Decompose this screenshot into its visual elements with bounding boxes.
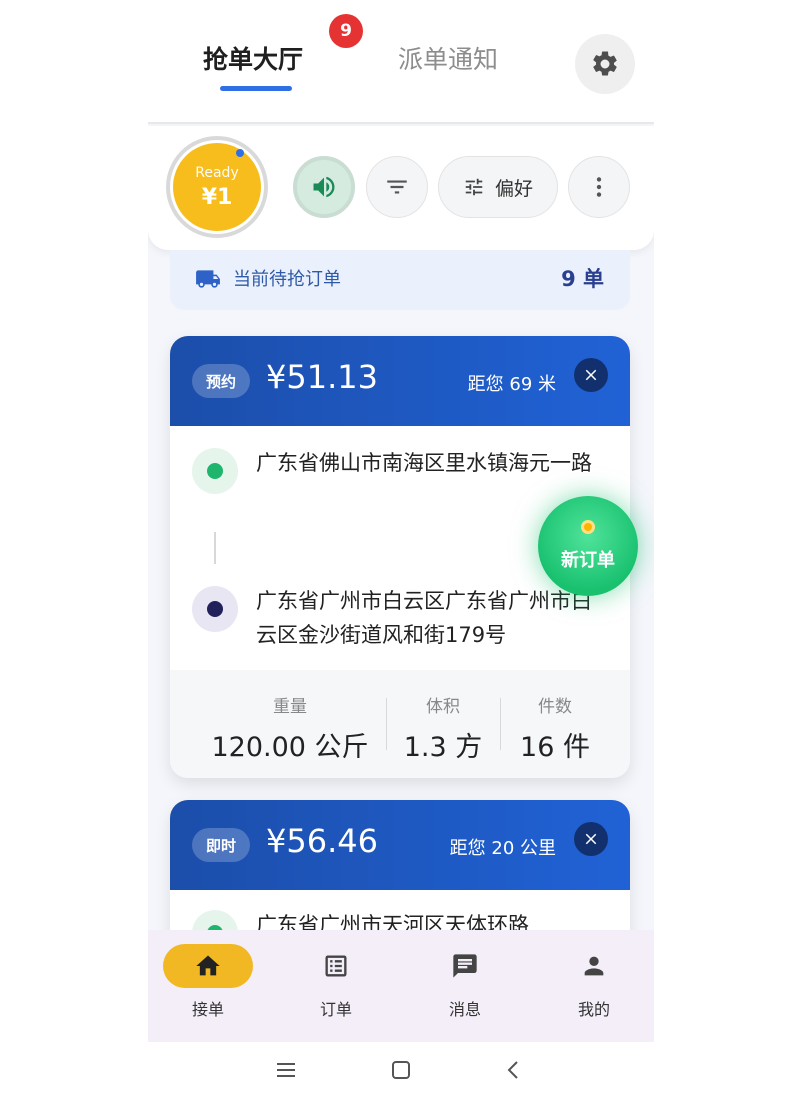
truck-icon bbox=[196, 270, 220, 288]
home-square-icon[interactable] bbox=[389, 1058, 413, 1082]
nav-item-accept[interactable]: 接单 bbox=[148, 944, 268, 1020]
filter-icon bbox=[387, 180, 407, 194]
control-toolbar: Ready ¥1 偏好 bbox=[148, 126, 654, 250]
stat-volume: 体积 1.3 方 bbox=[388, 692, 498, 764]
order-card-header: 预约 ¥51.13 距您 69 米 bbox=[170, 336, 630, 426]
nav-item-messages[interactable]: 消息 bbox=[405, 944, 525, 1020]
order-stats: 重量 120.00 公斤 体积 1.3 方 件数 16 件 bbox=[170, 670, 630, 778]
active-tab-underline bbox=[220, 86, 292, 91]
nav-label: 订单 bbox=[319, 1000, 352, 1019]
order-card-header: 即时 ¥56.46 距您 20 公里 bbox=[170, 800, 630, 890]
order-type-badge: 预约 bbox=[192, 364, 251, 398]
progress-dot bbox=[236, 149, 244, 157]
pending-orders-count: 9 单 bbox=[561, 267, 604, 291]
home-icon bbox=[196, 955, 220, 976]
nav-item-profile[interactable]: 我的 bbox=[534, 944, 654, 1020]
notification-badge: 9 bbox=[329, 14, 363, 48]
stat-volume-value: 1.3 方 bbox=[403, 732, 483, 763]
stat-weight-label: 重量 bbox=[273, 697, 307, 717]
close-icon bbox=[585, 369, 597, 381]
ready-status-button[interactable]: Ready ¥1 bbox=[166, 136, 268, 238]
phone-screen: 抢单大厅 9 派单通知 Ready ¥1 偏好 当前待抢订单 9 单 预约 ¥5… bbox=[148, 0, 654, 1098]
nav-icon-container bbox=[291, 944, 381, 988]
pickup-marker bbox=[192, 448, 238, 494]
nav-label: 我的 bbox=[577, 1000, 610, 1019]
more-options-button[interactable] bbox=[568, 156, 630, 218]
dropoff-address: 广东省广州市白云区广东省广州市白云区金沙街道风和街179号 bbox=[256, 589, 592, 647]
pickup-address: 广东省佛山市南海区里水镇海元一路 bbox=[256, 451, 592, 475]
nav-item-orders[interactable]: 订单 bbox=[276, 944, 396, 1020]
nav-label: 接单 bbox=[191, 1000, 224, 1019]
stat-volume-label: 体积 bbox=[426, 697, 460, 717]
pending-orders-strip: 当前待抢订单 9 单 bbox=[170, 250, 630, 310]
new-order-bubble[interactable]: 新订单 bbox=[538, 496, 638, 596]
filter-button[interactable] bbox=[366, 156, 428, 218]
stat-divider bbox=[386, 698, 387, 750]
recent-apps-icon[interactable] bbox=[274, 1058, 298, 1082]
tab-dispatch-notice[interactable]: 派单通知 bbox=[398, 40, 498, 76]
nav-label: 消息 bbox=[448, 1000, 481, 1019]
preference-button[interactable]: 偏好 bbox=[438, 156, 558, 218]
order-distance: 距您 20 公里 bbox=[449, 838, 556, 859]
close-icon bbox=[585, 833, 597, 845]
order-distance: 距您 69 米 bbox=[467, 374, 556, 395]
order-price: ¥51.13 bbox=[266, 358, 378, 396]
nav-icon-container bbox=[163, 944, 253, 988]
stat-pieces: 件数 16 件 bbox=[500, 692, 610, 764]
nav-icon-container bbox=[549, 944, 639, 988]
stat-weight-value: 120.00 公斤 bbox=[211, 732, 369, 763]
ready-status-text: Ready bbox=[195, 164, 239, 181]
dismiss-order-button[interactable] bbox=[574, 358, 608, 392]
nav-icon-container bbox=[420, 944, 510, 988]
speaker-icon bbox=[313, 176, 335, 198]
route-connector bbox=[214, 532, 216, 564]
list-icon bbox=[325, 955, 347, 977]
ready-status-core: Ready ¥1 bbox=[173, 143, 261, 231]
tab-grab-hall[interactable]: 抢单大厅 bbox=[203, 40, 303, 76]
dropoff-dot bbox=[207, 601, 223, 617]
gear-icon bbox=[593, 51, 617, 76]
person-icon bbox=[584, 956, 604, 976]
order-type-badge: 即时 bbox=[192, 828, 251, 862]
stat-weight: 重量 120.00 公斤 bbox=[200, 692, 380, 764]
bottom-navigation: 接单 订单 消息 我的 bbox=[148, 930, 654, 1042]
dismiss-order-button[interactable] bbox=[574, 822, 608, 856]
sound-toggle-button[interactable] bbox=[293, 156, 355, 218]
back-arrow-icon[interactable] bbox=[502, 1058, 526, 1082]
dropoff-marker bbox=[192, 586, 238, 632]
pending-orders-label: 当前待抢订单 bbox=[233, 269, 341, 290]
more-vertical-icon bbox=[596, 177, 602, 197]
stat-pieces-label: 件数 bbox=[538, 697, 572, 717]
new-order-label: 新订单 bbox=[561, 550, 615, 571]
top-header: 抢单大厅 9 派单通知 bbox=[148, 0, 654, 124]
system-navigation-bar bbox=[148, 1042, 654, 1098]
order-price: ¥56.46 bbox=[266, 822, 378, 860]
sliders-icon bbox=[465, 178, 483, 196]
pickup-dot bbox=[207, 463, 223, 479]
stat-pieces-value: 16 件 bbox=[520, 732, 590, 763]
settings-button[interactable] bbox=[575, 34, 635, 94]
chat-icon bbox=[453, 954, 477, 978]
new-order-indicator-dot bbox=[581, 520, 595, 534]
ready-status-price: ¥1 bbox=[201, 184, 233, 210]
preference-label: 偏好 bbox=[494, 177, 533, 200]
